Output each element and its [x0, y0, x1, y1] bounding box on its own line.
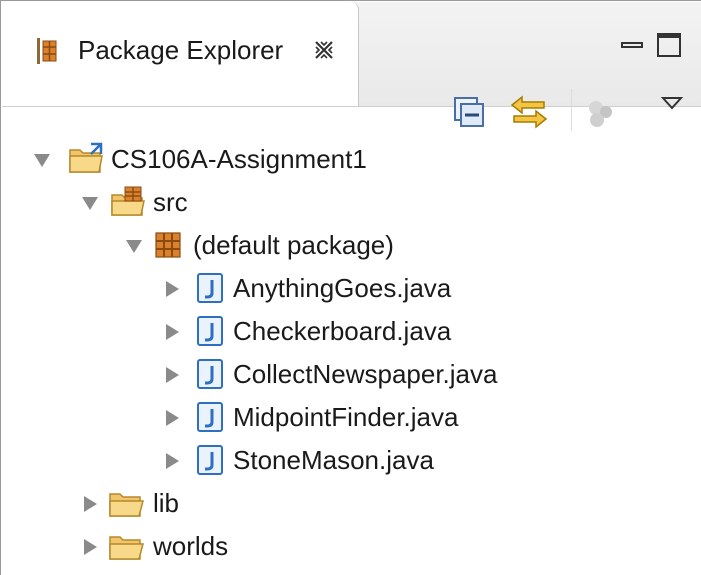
- folder-icon: [109, 536, 144, 560]
- tree-item-default-package[interactable]: (default package): [1, 227, 701, 269]
- collapsed-twisty-icon[interactable]: [163, 280, 181, 298]
- collapsed-twisty-icon[interactable]: [163, 323, 181, 341]
- tree-item-label: MidpointFinder.java: [233, 402, 459, 432]
- close-icon[interactable]: [313, 39, 335, 61]
- java-file-icon: [197, 445, 223, 475]
- tree-item-label: Checkerboard.java: [233, 316, 452, 346]
- collapsed-twisty-icon[interactable]: [81, 538, 99, 556]
- link-with-editor-icon[interactable]: [508, 93, 550, 131]
- tree-item-project[interactable]: CS106A-Assignment1: [1, 141, 701, 183]
- collapse-all-icon[interactable]: [453, 96, 485, 128]
- tree-item-label: worlds: [153, 531, 229, 561]
- expanded-twisty-icon[interactable]: [81, 194, 99, 212]
- tree-item-java-file[interactable]: AnythingGoes.java: [1, 270, 701, 312]
- filter-icon[interactable]: [584, 98, 618, 130]
- tree-item-java-file[interactable]: CollectNewspaper.java: [1, 356, 701, 398]
- expanded-twisty-icon[interactable]: [33, 151, 51, 169]
- tab-package-explorer[interactable]: Package Explorer: [2, 2, 359, 106]
- collapsed-twisty-icon[interactable]: [163, 452, 181, 470]
- package-explorer-view: Package Explorer CS106A-Assignment1 src …: [0, 0, 701, 575]
- collapsed-twisty-icon[interactable]: [81, 495, 99, 513]
- tree-item-label: lib: [153, 488, 180, 518]
- tree-item-label: (default package): [193, 230, 394, 260]
- tree-item-label: StoneMason.java: [233, 445, 434, 475]
- project-folder-icon: [69, 142, 103, 173]
- tree-item-java-file[interactable]: Checkerboard.java: [1, 313, 701, 355]
- tree-item-java-file[interactable]: StoneMason.java: [1, 442, 701, 484]
- tree-item-label: src: [153, 187, 188, 217]
- tree-item-label: CS106A-Assignment1: [111, 144, 367, 174]
- collapsed-twisty-icon[interactable]: [163, 409, 181, 427]
- java-file-icon: [197, 273, 223, 303]
- folder-icon: [109, 493, 144, 517]
- view-tab-bar: Package Explorer: [2, 2, 701, 107]
- tree-item-label: CollectNewspaper.java: [233, 359, 498, 389]
- java-file-icon: [197, 316, 223, 346]
- view-menu-icon[interactable]: [661, 96, 683, 110]
- minimize-icon[interactable]: [621, 42, 643, 48]
- maximize-icon[interactable]: [657, 33, 681, 57]
- tree-item-src[interactable]: src: [1, 184, 701, 226]
- tree-item-label: AnythingGoes.java: [233, 273, 452, 303]
- tab-title: Package Explorer: [78, 35, 284, 65]
- tree-item-worlds[interactable]: worlds: [1, 528, 701, 570]
- java-file-icon: [197, 402, 223, 432]
- tree-item-java-file[interactable]: MidpointFinder.java: [1, 399, 701, 441]
- collapsed-twisty-icon[interactable]: [163, 366, 181, 384]
- package-explorer-icon: [37, 38, 57, 64]
- expanded-twisty-icon[interactable]: [125, 237, 143, 255]
- toolbar-separator: [571, 89, 572, 131]
- source-folder-icon: [111, 186, 145, 216]
- package-icon: [155, 232, 181, 258]
- tree-item-lib[interactable]: lib: [1, 485, 701, 527]
- java-file-icon: [197, 359, 223, 389]
